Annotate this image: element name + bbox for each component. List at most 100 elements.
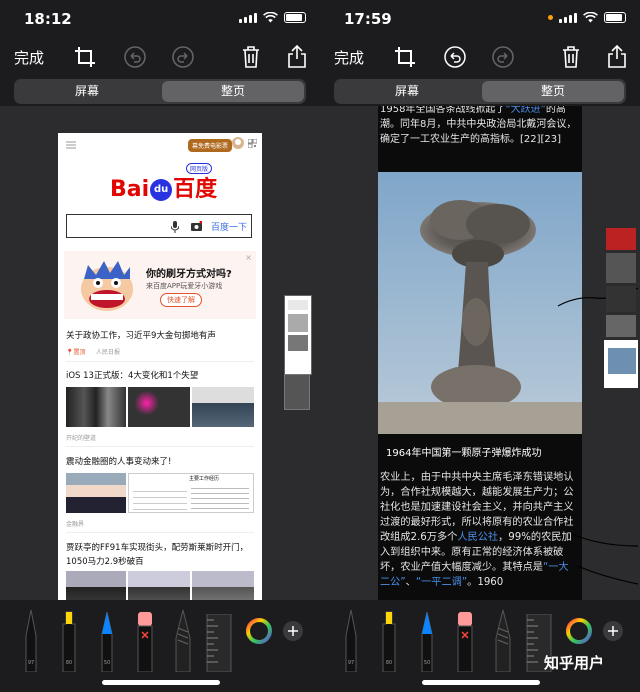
markup-toolbar: 完成 — [320, 40, 640, 74]
news-title-2[interactable]: iOS 13正式版：4大变化和1个失望 — [66, 369, 252, 381]
icons-image — [128, 387, 190, 427]
yiping-erdiao-link[interactable]: “一平二调” — [416, 577, 467, 588]
car-image-1 — [66, 571, 126, 600]
microphone-icon[interactable] — [171, 221, 179, 233]
thumb-block — [606, 286, 636, 312]
people-commune-link[interactable]: 人民公社 — [457, 532, 498, 543]
highlighter-tool-icon[interactable]: 80 — [58, 608, 80, 672]
share-icon[interactable] — [284, 44, 310, 70]
crop-icon[interactable] — [72, 44, 98, 70]
page-thumbnail-viewport[interactable] — [284, 374, 310, 410]
thumb-block — [288, 300, 308, 310]
lasso-tool-icon[interactable] — [172, 608, 194, 672]
baidu-logo: Bai du 百度 — [110, 171, 217, 203]
svg-text:80: 80 — [386, 660, 392, 666]
news-images-2 — [66, 387, 254, 427]
pen-tool-icon[interactable]: 97 — [20, 608, 42, 672]
status-icons — [239, 12, 306, 23]
logo-text-right: 百度 — [173, 177, 218, 202]
segment-full-page[interactable]: 整页 — [162, 81, 304, 102]
add-tool-icon[interactable] — [282, 620, 304, 642]
paragraph-text: 、 — [405, 577, 416, 588]
page-thumbnail[interactable] — [284, 295, 312, 375]
table-image — [133, 486, 187, 510]
status-time: 17:59 — [344, 10, 392, 28]
news-title-1[interactable]: 关于政协工作，习近平9大金句掷地有声 — [66, 329, 252, 341]
trash-icon[interactable] — [238, 44, 264, 70]
svg-text:80: 80 — [66, 660, 72, 666]
highlighter-tool-icon[interactable]: 80 — [378, 608, 400, 672]
color-picker-icon[interactable] — [566, 618, 592, 644]
full-page-canvas[interactable]: 幕免费电影票 Bai du 百度 网页版 百度一下 你的刷牙方式对吗? 来百度A… — [0, 106, 320, 600]
full-page-canvas[interactable]: 1958年全国各条战线掀起了“大跃进”的高潮。同年8月，中共中央政治局北戴河会议… — [320, 106, 640, 600]
pen-tool-icon[interactable]: 97 — [340, 608, 362, 672]
close-icon[interactable]: × — [245, 253, 252, 262]
status-time: 18:12 — [24, 10, 72, 28]
photo-caption: 1964年中国第一颗原子弹爆炸成功 — [386, 448, 542, 459]
crop-icon[interactable] — [392, 44, 418, 70]
redo-icon[interactable] — [490, 44, 516, 70]
eraser-tool-icon[interactable] — [134, 608, 156, 672]
undo-icon[interactable] — [122, 44, 148, 70]
thumb-block — [288, 314, 308, 332]
location-dot-icon — [548, 15, 553, 20]
share-icon[interactable] — [604, 44, 630, 70]
search-button[interactable]: 百度一下 — [211, 220, 247, 233]
article-paragraph-top: 1958年全国各条战线掀起了“大跃进”的高潮。同年8月，中共中央政治局北戴河会议… — [380, 106, 578, 147]
svg-text:50: 50 — [104, 660, 110, 666]
marker-tool-icon[interactable]: 50 — [96, 608, 118, 672]
svg-text:50: 50 — [424, 660, 430, 666]
wifi-icon — [583, 12, 598, 23]
pin-tag-label: 置顶 — [73, 349, 86, 356]
segment-full-page[interactable]: 整页 — [482, 81, 624, 102]
undo-icon[interactable] — [442, 44, 468, 70]
search-input[interactable]: 百度一下 — [66, 214, 252, 238]
camera-icon[interactable] — [191, 221, 202, 231]
thumb-photo — [608, 348, 636, 374]
article-paragraph-bottom: 农业上，由于中共中央主席毛泽东错误地认为，合作社规模越大，越能发展生产力；公社化… — [380, 470, 578, 590]
color-picker-icon[interactable] — [246, 618, 272, 644]
phone-image — [66, 387, 126, 427]
signal-icon — [559, 12, 577, 23]
paw-icon: du — [150, 179, 173, 201]
menu-icon — [66, 141, 76, 149]
thumb-current-viewport[interactable] — [604, 340, 638, 388]
thumb-block — [606, 253, 636, 283]
segment-screen[interactable]: 屏幕 — [16, 81, 158, 102]
done-button[interactable]: 完成 — [334, 47, 364, 68]
eraser-tool-icon[interactable] — [454, 608, 476, 672]
redo-icon[interactable] — [170, 44, 196, 70]
logo-text-left: Bai — [110, 177, 150, 202]
divider — [66, 361, 254, 362]
qr-icon[interactable] — [248, 139, 257, 148]
ruler-tool-icon[interactable] — [206, 614, 232, 672]
svg-text:97: 97 — [28, 660, 34, 666]
text-lines — [191, 484, 249, 510]
great-leap-link[interactable]: “大跃进” — [505, 106, 545, 115]
resume-image: 主要工作经历 — [128, 473, 254, 513]
markup-toolbar: 完成 — [0, 40, 320, 74]
news-title-4[interactable]: 贾跃亭的FF91车实现街头，配劳斯莱斯时开门，1050马力2.9秒破百 — [66, 541, 252, 569]
watermark: 知乎用户 — [544, 654, 605, 672]
person-image — [192, 387, 254, 427]
status-bar: 18:12 — [0, 0, 320, 38]
portrait-image — [66, 473, 126, 513]
marker-tool-icon[interactable]: 50 — [416, 608, 438, 672]
car-image-2 — [128, 571, 190, 600]
segment-screen[interactable]: 屏幕 — [336, 81, 478, 102]
lasso-tool-icon[interactable] — [492, 608, 514, 672]
tool-palette: 97 80 50 — [0, 600, 320, 692]
ad-subtitle: 来百度APP玩爱牙小游戏 — [146, 282, 223, 290]
page-thumbnail-strip[interactable] — [602, 228, 640, 388]
ad-banner[interactable]: 你的刷牙方式对吗? 来百度APP玩爱牙小游戏 快速了解 × — [64, 251, 256, 319]
free-ticket-button[interactable]: 幕免费电影票 — [187, 139, 232, 152]
car-image-3 — [192, 571, 254, 600]
done-button[interactable]: 完成 — [14, 47, 44, 68]
news-title-3[interactable]: 震动金融圈的人事变动来了! — [66, 455, 252, 467]
news-source-2: 开纪的壁道 — [66, 435, 97, 442]
status-bar: 17:59 — [320, 0, 640, 38]
add-tool-icon[interactable] — [602, 620, 624, 642]
webpage-preview: 幕免费电影票 Bai du 百度 网页版 百度一下 你的刷牙方式对吗? 来百度A… — [58, 133, 262, 600]
trash-icon[interactable] — [558, 44, 584, 70]
ad-learn-more-button[interactable]: 快速了解 — [160, 293, 202, 307]
